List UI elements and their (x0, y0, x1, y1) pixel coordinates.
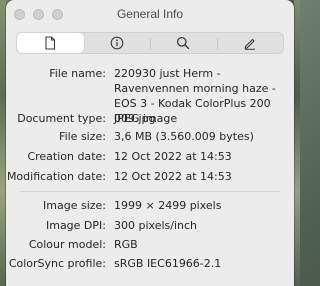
info-icon (110, 36, 124, 50)
general-info-panel: File name: 220930 just Herm - Ravenvenne… (6, 58, 294, 286)
section-divider (20, 191, 280, 192)
colorsync-profile-value: sRGB IEC61966-2.1 (114, 257, 222, 270)
file-size-label: File size: (59, 130, 106, 143)
document-type-value: JPEG image (114, 112, 178, 125)
document-type-label: Document type: (17, 112, 106, 125)
search-icon (177, 36, 190, 50)
modification-date-row: Modification date: 12 Oct 2022 at 14:53 (6, 169, 294, 184)
colorsync-profile-label: ColorSync profile: (8, 257, 106, 270)
tab-general[interactable] (17, 33, 84, 53)
inspector-tab-bar (16, 32, 284, 54)
image-size-row: Image size: 1999 × 2499 pixels (6, 198, 294, 213)
tab-search[interactable] (150, 33, 217, 53)
modification-date-label: Modification date: (6, 170, 106, 183)
document-icon (45, 36, 56, 50)
image-dpi-value: 300 pixels/inch (114, 219, 198, 232)
colour-model-row: Colour model: RGB (6, 237, 294, 252)
colour-model-value: RGB (114, 238, 138, 251)
creation-date-value: 12 Oct 2022 at 14:53 (114, 150, 232, 163)
creation-date-label: Creation date: (27, 150, 106, 163)
colour-model-label: Colour model: (28, 238, 106, 251)
creation-date-row: Creation date: 12 Oct 2022 at 14:53 (6, 149, 294, 164)
document-type-row: Document type: JPEG image (6, 111, 294, 126)
image-size-label: Image size: (43, 199, 106, 212)
image-dpi-label: Image DPI: (45, 219, 106, 232)
modification-date-value: 12 Oct 2022 at 14:53 (114, 170, 232, 183)
tab-more-info[interactable] (84, 33, 151, 53)
image-size-value: 1999 × 2499 pixels (114, 199, 222, 212)
general-info-window: General Info File name: 220930 just Herm… (6, 0, 294, 286)
colorsync-profile-row: ColorSync profile: sRGB IEC61966-2.1 (6, 256, 294, 271)
file-size-row: File size: 3,6 MB (3.560.009 bytes) (6, 129, 294, 144)
image-dpi-row: Image DPI: 300 pixels/inch (6, 218, 294, 233)
window-title: General Info (116, 7, 184, 21)
file-size-value: 3,6 MB (3.560.009 bytes) (114, 130, 254, 143)
tab-annotate[interactable] (216, 33, 284, 53)
desktop-background-right (294, 0, 300, 286)
pencil-icon (244, 38, 255, 50)
title-bar[interactable]: General Info (6, 0, 294, 28)
